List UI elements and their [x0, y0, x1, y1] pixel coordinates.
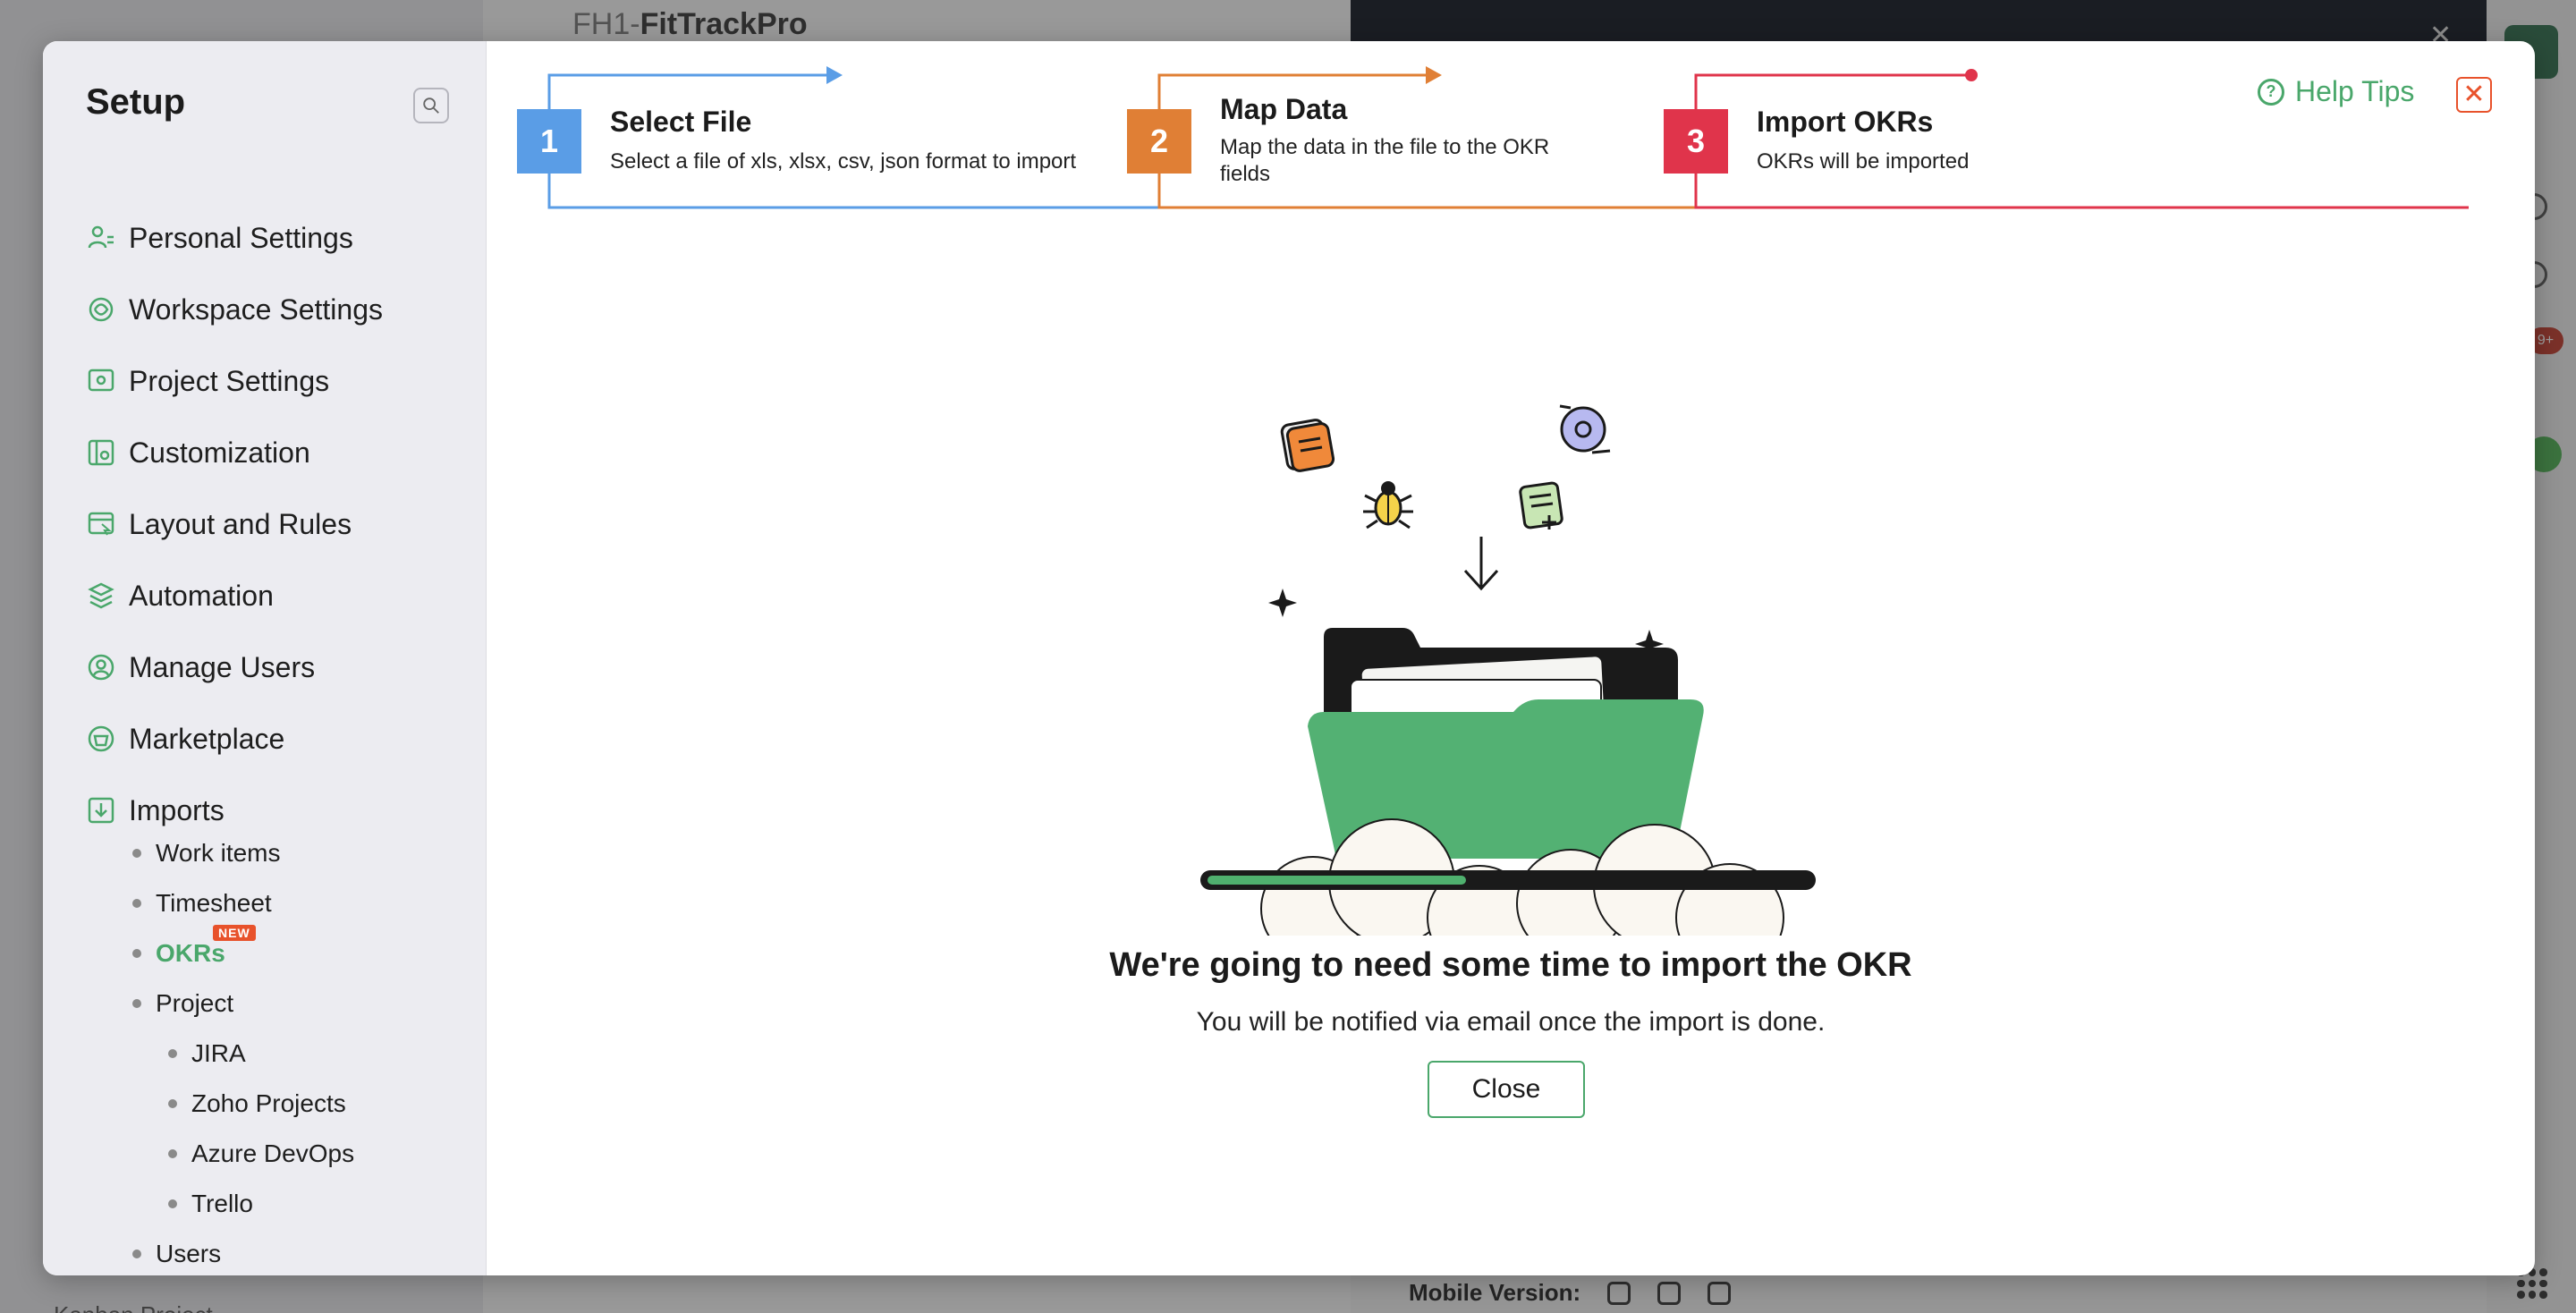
sidebar-item-marketplace[interactable]: Marketplace	[86, 703, 383, 775]
bullet-icon	[168, 1199, 177, 1208]
step-1-title: Select File	[610, 106, 752, 138]
sidebar-sub-item-azure-devops[interactable]: Azure DevOps	[132, 1129, 354, 1179]
sub-item-label: OKRs	[156, 939, 225, 967]
import-status-title: We're going to need some time to import …	[1109, 946, 1912, 984]
sidebar-sub-item-users[interactable]: Users	[132, 1229, 354, 1275]
import-progress-bar	[1200, 870, 1816, 890]
import-folder-illustration	[1260, 404, 1784, 936]
sub-item-label: Project	[156, 989, 234, 1017]
sidebar-item-label: Manage Users	[129, 650, 316, 683]
sidebar-item-layout-and-rules[interactable]: Layout and Rules	[86, 488, 383, 560]
bullet-icon	[132, 849, 141, 858]
sidebar-item-customization[interactable]: Customization	[86, 417, 383, 488]
bullet-icon	[168, 1049, 177, 1058]
arrow-down-icon	[1463, 537, 1499, 591]
step-3-title: Import OKRs	[1757, 106, 1934, 138]
step-2-number: 2	[1127, 109, 1191, 174]
bullet-icon	[168, 1099, 177, 1108]
automation-icon	[86, 580, 116, 611]
setup-modal: Setup Personal Settings Workspace Settin…	[43, 41, 2535, 1275]
note-add-icon	[1519, 481, 1563, 529]
sub-item-label: JIRA	[191, 1039, 246, 1067]
step-2-description: Map the data in the file to the OKR fiel…	[1220, 135, 1550, 186]
sidebar-search-button[interactable]	[413, 88, 449, 123]
step-3-description: OKRs will be imported	[1757, 149, 1970, 174]
customization-icon	[86, 437, 116, 468]
sub-item-label: Trello	[191, 1190, 253, 1217]
sidebar-item-personal-settings[interactable]: Personal Settings	[86, 202, 383, 274]
target-icon	[1559, 404, 1611, 454]
sidebar-sub-item-okrs[interactable]: OKRs NEW	[132, 925, 354, 978]
import-status-subtitle: You will be notified via email once the …	[1196, 1007, 1826, 1037]
bullet-icon	[132, 999, 141, 1008]
sidebar-item-workspace-settings[interactable]: Workspace Settings	[86, 274, 383, 345]
sidebar-sub-item-work-items[interactable]: Work items	[132, 828, 354, 878]
import-content: 1 Select File Select a file of xls, xlsx…	[487, 41, 2535, 1275]
sub-item-label: Users	[156, 1240, 222, 1267]
step-3-number: 3	[1664, 109, 1728, 174]
bullet-icon	[132, 949, 141, 958]
step-1-number: 1	[517, 109, 581, 174]
import-progress-fill	[1208, 876, 1466, 885]
person-settings-icon	[86, 223, 116, 253]
sidebar-item-label: Layout and Rules	[129, 507, 352, 540]
sidebar-item-label: Personal Settings	[129, 221, 353, 254]
marketplace-icon	[86, 724, 116, 754]
sub-item-label: Azure DevOps	[191, 1139, 355, 1167]
import-stepper: 1 Select File Select a file of xls, xlsx…	[487, 41, 2535, 220]
new-badge: NEW	[213, 925, 256, 941]
sidebar-item-label: Customization	[129, 436, 310, 469]
sidebar-item-label: Project Settings	[129, 364, 330, 397]
sidebar-item-manage-users[interactable]: Manage Users	[86, 631, 383, 703]
setup-sidebar: Setup Personal Settings Workspace Settin…	[43, 41, 487, 1275]
setup-nav: Personal Settings Workspace Settings Pro…	[86, 202, 383, 846]
sub-item-label: Work items	[156, 839, 281, 867]
sub-item-label: Zoho Projects	[191, 1089, 346, 1117]
sidebar-item-project-settings[interactable]: Project Settings	[86, 345, 383, 417]
bug-icon	[1363, 481, 1413, 529]
imports-submenu: Work items Timesheet OKRs NEW Project JIR…	[132, 828, 354, 1275]
sidebar-sub-item-zoho-projects[interactable]: Zoho Projects	[132, 1079, 354, 1129]
sparkle-icon	[1268, 589, 1297, 617]
step-2-title: Map Data	[1220, 93, 1348, 125]
help-tips-link[interactable]: ? Help Tips	[2258, 75, 2414, 108]
step-1-description: Select a file of xls, xlsx, csv, json fo…	[610, 149, 1077, 174]
import-icon	[86, 795, 116, 826]
sidebar-item-label: Marketplace	[129, 722, 285, 755]
sidebar-item-label: Automation	[129, 579, 274, 612]
sub-item-label: Timesheet	[156, 889, 272, 917]
sidebar-item-label: Workspace Settings	[129, 292, 383, 326]
sidebar-sub-item-jira[interactable]: JIRA	[132, 1029, 354, 1079]
sidebar-sub-item-timesheet[interactable]: Timesheet	[132, 878, 354, 928]
users-icon	[86, 652, 116, 682]
bullet-icon	[168, 1149, 177, 1158]
project-icon	[86, 366, 116, 396]
sidebar-item-label: Imports	[129, 793, 225, 826]
bullet-icon	[132, 1249, 141, 1258]
close-button[interactable]: Close	[1428, 1061, 1585, 1118]
sidebar-item-automation[interactable]: Automation	[86, 560, 383, 631]
search-icon	[423, 97, 439, 114]
bullet-icon	[132, 899, 141, 908]
sidebar-sub-item-trello[interactable]: Trello	[132, 1179, 354, 1229]
sidebar-sub-item-project[interactable]: Project	[132, 978, 354, 1029]
close-modal-button[interactable]: ✕	[2456, 77, 2492, 113]
document-icon	[1280, 419, 1335, 472]
stepper-lines	[547, 66, 2469, 209]
help-icon: ?	[2258, 78, 2284, 106]
setup-title: Setup	[86, 82, 186, 122]
workspace-icon	[86, 294, 116, 325]
help-tips-label: Help Tips	[2295, 75, 2415, 107]
layout-icon	[86, 509, 116, 539]
